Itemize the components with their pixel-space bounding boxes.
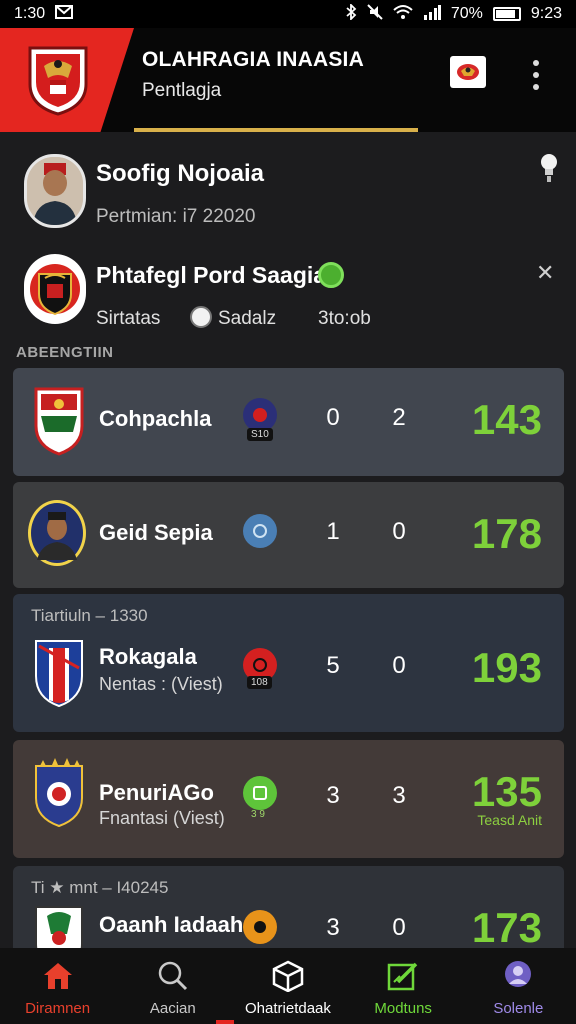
ball-icon — [190, 306, 212, 328]
mail-icon — [55, 4, 74, 24]
profile-icon — [501, 960, 535, 992]
club-subtitle: Fnantasi (Viest) — [99, 808, 225, 828]
nav-item-modules[interactable]: Modtuns — [348, 960, 458, 1017]
player-name: Geid Sepia — [99, 520, 213, 545]
badge-tag: 108 — [247, 676, 272, 689]
round-tag: Ti ★ mnt – I40245 — [31, 878, 169, 897]
match-card[interactable]: Tiartiuln – 1330 Rokagala Nentas : (Vies… — [13, 594, 564, 732]
club-name: PenuriAGo — [99, 780, 214, 805]
score-home: 1 — [326, 518, 340, 545]
club-crest-icon — [33, 904, 85, 948]
badge-tag: 3 9 — [251, 809, 265, 820]
nav-item-profile[interactable]: Solenle — [463, 960, 573, 1017]
online-status-icon — [318, 262, 344, 288]
more-options-icon[interactable] — [522, 58, 550, 92]
profile-period: Pertmian: i7 22020 — [96, 206, 256, 227]
club-crest-icon — [33, 758, 85, 828]
close-icon[interactable]: ✕ — [536, 260, 554, 286]
score-away: 2 — [392, 404, 406, 431]
points-total: 178 — [471, 510, 542, 557]
match-card[interactable]: Cohpachla S10 0 2 143 — [13, 368, 564, 476]
nav-label: Solenle — [493, 1000, 544, 1017]
team-stat-value: 3to:ob — [318, 308, 371, 329]
club-badge-icon — [243, 514, 277, 548]
nav-label: Modtuns — [374, 1000, 432, 1017]
avatar[interactable] — [24, 154, 86, 228]
wifi-icon — [393, 4, 413, 25]
edit-icon — [386, 960, 420, 992]
club-name: Oaanh Iadaahs — [99, 912, 256, 937]
bottom-navigation: Diramnen Aacian Ohatrietdaak Modtuns Sol… — [0, 948, 576, 1024]
battery-percent: 70% — [450, 5, 483, 22]
round-tag: Tiartiuln – 1330 — [31, 606, 148, 625]
score-home: 5 — [326, 652, 340, 679]
score-home: 0 — [326, 404, 340, 431]
club-badge-icon — [243, 910, 277, 944]
team-logo[interactable] — [24, 254, 86, 324]
status-clock: 9:23 — [530, 5, 562, 22]
match-card[interactable]: PenuriAGo Fnantasi (Viest) 3 9 3 3 135 T… — [13, 740, 564, 858]
club-name: Rokagala — [99, 644, 197, 669]
status-time: 1:30 — [14, 5, 46, 22]
points-subtitle: Teasd Anit — [477, 812, 542, 828]
profile-section: Soofig Nojoaia Pertmian: i7 22020 — [0, 132, 576, 242]
team-name: Phtafegl Pord Saagia — [96, 262, 327, 288]
lightbulb-icon[interactable] — [538, 152, 560, 184]
app-title: OLAHRAGIA INAASIA — [142, 48, 364, 71]
home-icon — [41, 960, 75, 992]
badge-tag: S10 — [247, 428, 273, 441]
match-card[interactable]: Ti ★ mnt – I40245 Oaanh Iadaahs 3 0 173 — [13, 866, 564, 948]
club-badge-icon — [243, 398, 277, 432]
nav-item-home[interactable]: Diramnen — [3, 960, 113, 1017]
club-badge-icon — [243, 776, 277, 810]
team-summary: Phtafegl Pord Saagia ✕ Sirtatas Sadalz 3… — [0, 242, 576, 342]
battery-icon — [492, 7, 521, 21]
nav-active-indicator — [216, 1020, 234, 1024]
score-home: 3 — [326, 914, 340, 941]
signal-icon — [423, 4, 441, 25]
cube-icon — [271, 960, 305, 992]
team-stat-label: Sadalz — [218, 308, 277, 329]
nav-item-search[interactable]: Aacian — [118, 960, 228, 1017]
player-photo-icon — [27, 498, 87, 568]
nav-item-overview[interactable]: Ohatrietdaak — [233, 960, 343, 1017]
search-icon — [156, 960, 190, 992]
country-flag-button[interactable] — [450, 56, 486, 88]
nav-label: Aacian — [149, 1000, 196, 1017]
nav-label: Diramnen — [25, 1000, 91, 1017]
score-away: 0 — [392, 518, 406, 545]
points-total: 173 — [471, 904, 542, 948]
club-crest-icon — [33, 386, 85, 456]
status-bar: 1:30 70% 9:23 — [0, 0, 576, 28]
bluetooth-icon — [345, 2, 357, 25]
points-total: 135 — [471, 768, 542, 815]
mute-icon — [367, 3, 383, 25]
club-name: Cohpachla — [99, 406, 212, 431]
club-subtitle: Nentas : (Viest) — [99, 674, 223, 694]
score-away: 0 — [392, 652, 406, 679]
club-crest-icon — [33, 638, 85, 708]
score-away: 0 — [392, 914, 406, 941]
profile-name: Soofig Nojoaia — [96, 160, 264, 187]
app-subtitle: Pentlagja — [142, 80, 222, 101]
team-stat-status: Sirtatas — [96, 308, 161, 329]
nav-label: Ohatrietdaak — [245, 1000, 331, 1017]
points-total: 143 — [471, 396, 542, 443]
match-card[interactable]: Geid Sepia 1 0 178 — [13, 482, 564, 588]
points-total: 193 — [471, 644, 542, 691]
score-away: 3 — [392, 782, 406, 809]
score-home: 3 — [326, 782, 340, 809]
garuda-emblem-icon — [26, 44, 90, 116]
section-title: ABEENGTIIN — [16, 344, 114, 361]
app-header: OLAHRAGIA INAASIA Pentlagja — [0, 28, 576, 132]
